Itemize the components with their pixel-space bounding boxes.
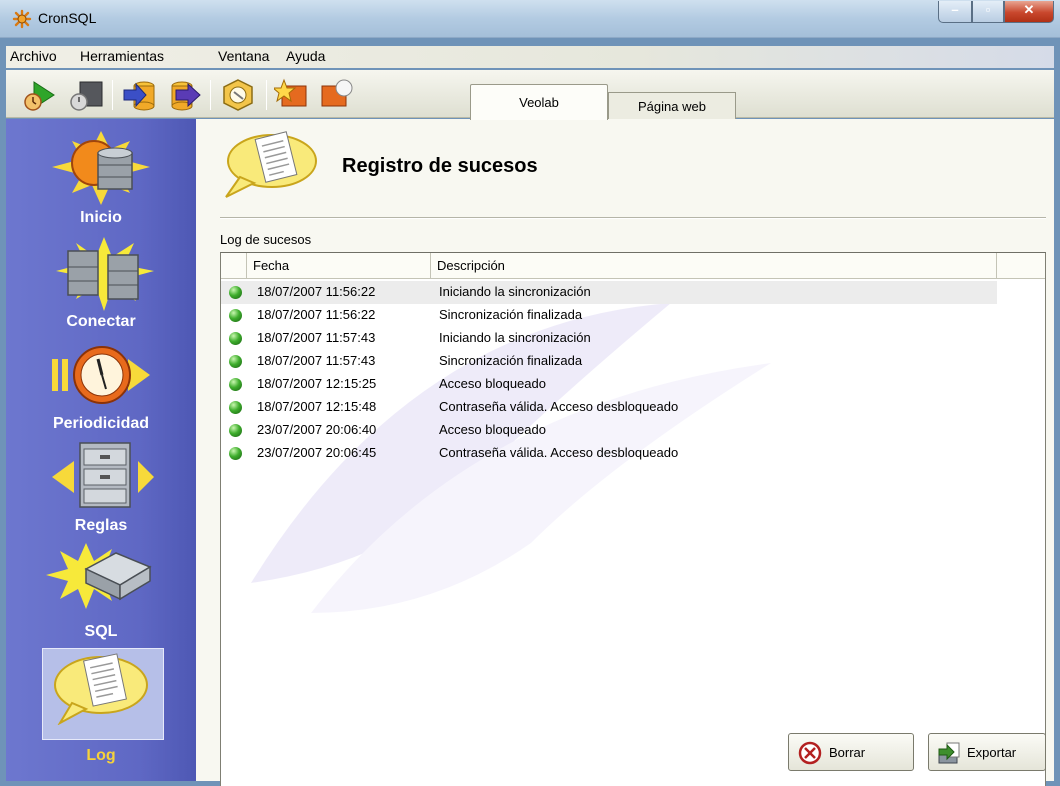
column-header-fecha[interactable]: Fecha	[247, 253, 431, 279]
row-description: Sincronización finalizada	[439, 353, 583, 368]
table-row[interactable]: 18/07/2007 11:56:22 Sincronización final…	[221, 304, 997, 327]
export-button[interactable]: Exportar	[928, 733, 1046, 771]
menu-ventana[interactable]: Ventana	[218, 48, 269, 64]
row-description: Contraseña válida. Acceso desbloqueado	[439, 399, 679, 414]
sidebar-item-reglas[interactable]: Reglas	[6, 433, 196, 534]
delete-icon	[798, 741, 822, 765]
maximize-button[interactable]: ▫	[972, 1, 1004, 23]
status-ok-icon	[229, 401, 242, 414]
table-row[interactable]: 23/07/2007 20:06:45 Contraseña válida. A…	[221, 442, 997, 465]
row-description: Iniciando la sincronización	[439, 284, 591, 299]
export-button-label: Exportar	[967, 745, 1017, 760]
status-ok-icon	[229, 355, 242, 368]
table-row[interactable]: 18/07/2007 11:56:22 Iniciando la sincron…	[221, 281, 997, 304]
sidebar-item-periodicidad[interactable]: Periodicidad	[6, 331, 196, 432]
app-window: CronSQL – ▫ ✕ Archivo Herramientas Venta…	[0, 0, 1060, 786]
sidebar-item-conectar[interactable]: Conectar	[6, 229, 196, 330]
minimize-icon: –	[951, 2, 959, 17]
sql-key-icon	[46, 543, 152, 609]
page-title: Registro de sucesos	[342, 155, 538, 177]
log-group-label: Log de sucesos	[220, 232, 312, 247]
table-row[interactable]: 18/07/2007 12:15:25 Acceso bloqueado	[221, 373, 997, 396]
speech-document-icon	[54, 653, 148, 725]
sidebar-item-log[interactable]: Log	[6, 637, 196, 764]
sidebar-item-label: Reglas	[74, 517, 128, 534]
app-logo-icon	[12, 9, 32, 29]
menu-herramientas[interactable]: Herramientas	[80, 48, 164, 64]
sidebar-item-label: Periodicidad	[52, 415, 150, 432]
status-column-header[interactable]	[221, 253, 247, 279]
toolbar-separator	[112, 80, 113, 110]
sidebar-item-label: Inicio	[80, 209, 122, 226]
filler-column-header	[997, 253, 1045, 279]
window-title: CronSQL	[38, 10, 97, 26]
stop-schedule-button[interactable]	[68, 78, 104, 112]
minimize-button[interactable]: –	[938, 1, 972, 23]
status-ok-icon	[229, 286, 242, 299]
row-date: 18/07/2007 12:15:25	[257, 376, 377, 391]
row-description: Contraseña válida. Acceso desbloqueado	[439, 445, 679, 460]
row-date: 18/07/2007 11:56:22	[257, 307, 376, 322]
delete-button-label: Borrar	[829, 745, 866, 760]
column-header-descripcion[interactable]: Descripción	[431, 253, 997, 279]
status-ok-icon	[229, 424, 242, 437]
divider	[220, 217, 1046, 219]
row-date: 18/07/2007 11:56:22	[257, 284, 376, 299]
menu-archivo[interactable]: Archivo	[10, 48, 57, 64]
row-date: 18/07/2007 11:57:43	[257, 353, 376, 368]
menu-ayuda[interactable]: Ayuda	[286, 48, 325, 64]
delete-rule-button[interactable]	[318, 78, 354, 112]
import-button[interactable]	[122, 78, 158, 112]
title-bar[interactable]: CronSQL – ▫ ✕	[0, 0, 1060, 38]
tab-veolab[interactable]: Veolab	[470, 84, 608, 120]
filing-cabinet-icon	[52, 442, 154, 508]
database-sun-icon	[52, 131, 150, 205]
row-description: Iniciando la sincronización	[439, 330, 591, 345]
toolbar-separator	[210, 80, 211, 110]
sidebar-item-label: Conectar	[66, 313, 136, 330]
delete-button[interactable]: Borrar	[788, 733, 914, 771]
status-ok-icon	[229, 378, 242, 391]
main-panel: Registro de sucesos Log de sucesos Fecha…	[196, 119, 1054, 786]
sidebar-item-sql[interactable]: SQL	[6, 535, 196, 640]
key-gear-button[interactable]	[218, 78, 258, 112]
status-ok-icon	[229, 309, 242, 322]
sidebar-item-inicio[interactable]: Inicio	[6, 127, 196, 227]
toolbar-separator	[266, 80, 267, 110]
table-row[interactable]: 18/07/2007 12:15:48 Contraseña válida. A…	[221, 396, 997, 419]
log-table[interactable]: Fecha Descripción 18/07/2007 11:56:22 In…	[220, 252, 1046, 786]
row-date: 23/07/2007 20:06:40	[257, 422, 377, 437]
table-row[interactable]: 23/07/2007 20:06:40 Acceso bloqueado	[221, 419, 997, 442]
menu-bar: Archivo Herramientas Ventana Ayuda	[6, 46, 1054, 68]
sidebar-item-label: Log	[86, 747, 116, 764]
row-date: 18/07/2007 12:15:48	[257, 399, 377, 414]
speech-document-icon	[225, 131, 317, 198]
export-toolbar-button[interactable]	[166, 78, 202, 112]
row-description: Sincronización finalizada	[439, 307, 583, 322]
clock-icon	[52, 346, 150, 404]
status-ok-icon	[229, 447, 242, 460]
close-icon: ✕	[1023, 2, 1035, 17]
row-description: Acceso bloqueado	[439, 376, 546, 391]
row-date: 23/07/2007 20:06:45	[257, 445, 377, 460]
table-row[interactable]: 18/07/2007 11:57:43 Sincronización final…	[221, 350, 997, 373]
maximize-icon: ▫	[985, 2, 991, 17]
close-button[interactable]: ✕	[1004, 1, 1054, 23]
row-description: Acceso bloqueado	[439, 422, 546, 437]
table-row[interactable]: 18/07/2007 11:57:43 Iniciando la sincron…	[221, 327, 997, 350]
start-schedule-button[interactable]	[22, 78, 58, 112]
new-rule-button[interactable]	[274, 78, 310, 112]
tab-pagina-web[interactable]: Página web	[608, 92, 736, 119]
table-header: Fecha Descripción	[221, 253, 1045, 279]
sidebar: Inicio Conectar Periodicidad Reglas SQL …	[6, 119, 196, 781]
connect-databases-icon	[56, 237, 154, 311]
export-icon	[938, 742, 960, 764]
row-date: 18/07/2007 11:57:43	[257, 330, 376, 345]
status-ok-icon	[229, 332, 242, 345]
